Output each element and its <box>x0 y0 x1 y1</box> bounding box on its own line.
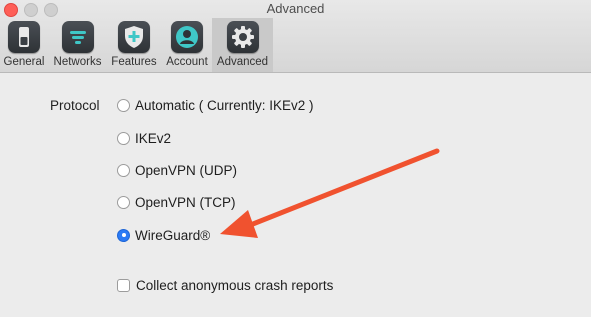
annotation-arrow-icon <box>220 148 440 238</box>
